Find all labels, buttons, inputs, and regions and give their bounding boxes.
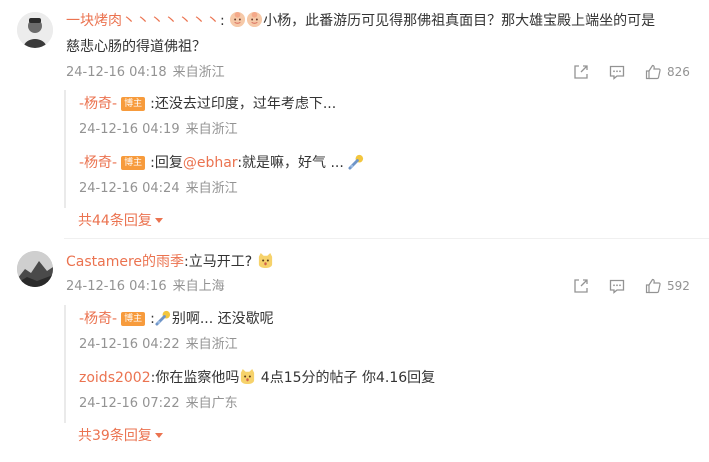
- reply-time: 24-12-16 04:22: [79, 337, 180, 352]
- avatar[interactable]: [17, 251, 53, 287]
- comment-colon: :: [220, 13, 225, 29]
- reply-time: 24-12-16 07:22: [79, 396, 180, 411]
- reply-text-after: 4点15分的帖子 你4.16回复: [260, 370, 436, 386]
- reply-prefix: :回复: [150, 155, 183, 171]
- caret-down-icon: [154, 218, 163, 223]
- comment-meta: 24-12-16 04:18 来自浙江: [66, 63, 225, 83]
- reply-username[interactable]: -杨奇-: [79, 311, 117, 327]
- reply-time: 24-12-16 04:19: [79, 122, 180, 137]
- comment-username[interactable]: 一块烤肉丶丶丶丶丶丶丶: [66, 13, 220, 29]
- sigh-emoji-icon: [348, 154, 364, 170]
- comment-text: :立马开工?: [184, 254, 253, 270]
- mention-link[interactable]: @ebhar: [183, 155, 237, 171]
- share-button[interactable]: [572, 63, 590, 81]
- reply-location: 来自浙江: [185, 181, 238, 196]
- reply-username[interactable]: zoids2002: [79, 370, 151, 386]
- reply-item: zoids2002:你在监察他吗 4点15分的帖子 你4.16回复: [79, 367, 435, 389]
- comment-actions: 826: [572, 63, 690, 81]
- blogger-badge: 博主: [121, 156, 146, 170]
- like-count: 826: [667, 65, 690, 79]
- reply-meta: 24-12-16 04:22 来自浙江: [79, 335, 238, 355]
- reply-text: :还没去过印度，过年考虑下...: [150, 96, 337, 112]
- comment-time: 24-12-16 04:18: [66, 65, 167, 80]
- reply-time: 24-12-16 04:24: [79, 181, 180, 196]
- like-icon: [645, 64, 661, 80]
- reply-meta: 24-12-16 04:24 来自浙江: [79, 179, 238, 199]
- baby-emoji-icon: [230, 11, 246, 28]
- comment-content: 一块烤肉丶丶丶丶丶丶丶: 小杨，此番游历可见得那佛祖真面目？那大雄宝殿上端坐的可…: [66, 10, 655, 32]
- comment-username[interactable]: Castamere的雨季: [66, 254, 184, 270]
- comment-icon: [609, 279, 625, 294]
- comment-meta: 24-12-16 04:16 来自上海: [66, 277, 225, 297]
- comment-text-line2: 慈悲心肠的得道佛祖？: [66, 39, 206, 55]
- share-icon: [574, 65, 588, 79]
- share-icon: [574, 279, 588, 293]
- more-replies-label: 共44条回复: [78, 213, 152, 229]
- comment-time: 24-12-16 04:16: [66, 279, 167, 294]
- comment-location: 来自上海: [172, 279, 225, 294]
- blogger-badge: 博主: [121, 312, 146, 326]
- like-button[interactable]: 592: [644, 277, 690, 295]
- reply-username[interactable]: -杨奇-: [79, 155, 117, 171]
- more-replies-link[interactable]: 共44条回复: [78, 210, 163, 230]
- reply-location: 来自广东: [185, 396, 238, 411]
- comment-divider: [64, 238, 709, 239]
- like-count: 592: [667, 279, 690, 293]
- comment-actions: 592: [572, 277, 690, 295]
- reply-item: -杨奇- 博主: 别啊... 还没歇呢: [79, 308, 274, 330]
- blogger-badge: 博主: [121, 97, 146, 111]
- comment-button[interactable]: [608, 63, 626, 81]
- cat-emoji-icon: [241, 368, 255, 385]
- share-button[interactable]: [572, 277, 590, 295]
- reply-item: -杨奇- 博主 :回复@ebhar:就是嘛，好气 ...: [79, 152, 365, 174]
- reply-meta: 24-12-16 07:22 来自广东: [79, 394, 238, 414]
- like-icon: [645, 278, 661, 294]
- comment-text: 小杨，此番游历可见得那佛祖真面目？那大雄宝殿上端坐的可是: [263, 13, 656, 29]
- avatar[interactable]: [17, 12, 53, 48]
- reply-text: 别啊... 还没歇呢: [171, 311, 274, 327]
- more-replies-label: 共39条回复: [78, 428, 152, 444]
- reply-list: -杨奇- 博主 :还没去过印度，过年考虑下... 24-12-16 04:19 来自浙…: [64, 90, 364, 208]
- cat-emoji-icon: [258, 252, 272, 269]
- like-button[interactable]: 826: [644, 63, 690, 81]
- reply-meta: 24-12-16 04:19 来自浙江: [79, 120, 238, 140]
- sigh-emoji-icon: [155, 310, 170, 326]
- comment-button[interactable]: [608, 277, 626, 295]
- comment-content: Castamere的雨季:立马开工?: [66, 251, 274, 273]
- reply-location: 来自浙江: [185, 337, 238, 352]
- comment-location: 来自浙江: [172, 65, 225, 80]
- reply-list: -杨奇- 博主: 别啊... 还没歇呢 24-12-16 04:22 来自浙江 zoi…: [64, 305, 435, 423]
- reply-location: 来自浙江: [185, 122, 238, 137]
- caret-down-icon: [154, 433, 163, 438]
- reply-text: :你在监察他吗: [150, 370, 240, 386]
- reply-text: :就是嘛，好气 ...: [237, 155, 344, 171]
- more-replies-link[interactable]: 共39条回复: [78, 425, 163, 445]
- reply-item: -杨奇- 博主 :还没去过印度，过年考虑下...: [79, 93, 336, 115]
- baby-emoji-icon: [247, 11, 263, 28]
- comment-icon: [609, 65, 625, 80]
- reply-username[interactable]: -杨奇-: [79, 96, 117, 112]
